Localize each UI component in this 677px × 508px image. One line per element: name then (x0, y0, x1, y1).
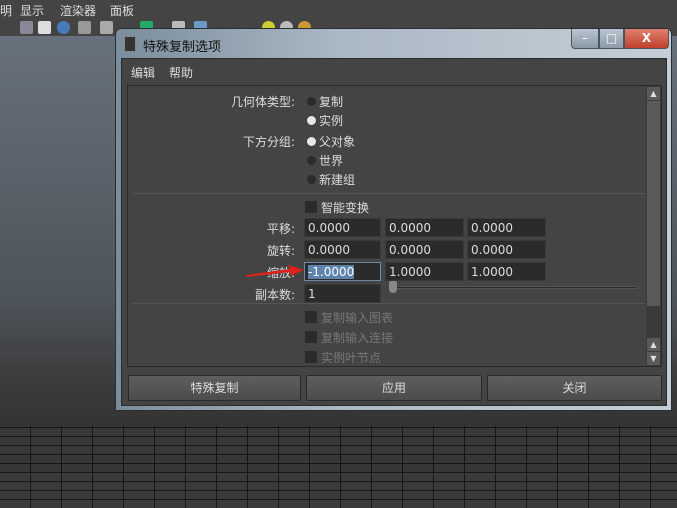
scrollbar[interactable]: ▲ ▲ ▼ (646, 86, 661, 366)
viewport-grid (0, 426, 677, 508)
divider (133, 193, 645, 194)
duplicate-input-graph-checkbox[interactable] (305, 311, 317, 323)
duplicate-input-graph-label: 复制输入图表 (321, 311, 394, 325)
divider (133, 303, 645, 304)
copies-slider[interactable] (390, 286, 638, 289)
rotate-x-field[interactable]: 0.0000 (304, 240, 381, 259)
radio-world[interactable] (307, 156, 316, 165)
close-window-button[interactable]: X (624, 29, 669, 49)
scale-x-field[interactable]: -1.0000 (304, 262, 381, 281)
option-parent[interactable]: 父对象 (319, 133, 355, 150)
scroll-up-icon[interactable]: ▲ (647, 87, 660, 100)
maya-icon (124, 36, 136, 52)
translate-label: 平移: (266, 222, 295, 236)
dialog-menubar: 编辑 帮助 (122, 59, 666, 83)
close-button[interactable]: 关闭 (487, 375, 662, 401)
smart-transform-label: 智能变换 (321, 201, 370, 215)
radio-parent[interactable] (307, 137, 316, 146)
copies-label: 副本数: (254, 288, 295, 302)
film-icon[interactable] (38, 21, 51, 34)
copies-slider-handle[interactable] (389, 281, 397, 293)
rotate-y-field[interactable]: 0.0000 (385, 240, 464, 259)
scale-z-field[interactable]: 1.0000 (467, 262, 546, 281)
menu-help[interactable]: 帮助 (169, 64, 193, 81)
translate-x-field[interactable]: 0.0000 (304, 218, 381, 237)
menu-item[interactable]: 明 (0, 2, 12, 19)
scale-y-field[interactable]: 1.0000 (385, 262, 464, 281)
duplicate-input-connections-label: 复制输入连接 (321, 331, 394, 345)
smart-transform-checkbox[interactable] (305, 201, 317, 213)
radio-new-group[interactable] (307, 175, 316, 184)
title-bar[interactable]: 特殊复制选项 – □ X (116, 29, 671, 57)
shaded-icon[interactable] (78, 21, 91, 34)
duplicate-special-button[interactable]: 特殊复制 (128, 375, 301, 401)
radio-instance[interactable] (307, 116, 316, 125)
app-menubar: 明 显示 渲染器 面板 (0, 0, 677, 18)
duplicate-special-dialog: 特殊复制选项 – □ X 编辑 帮助 几何体类型: 复制 实例 下方分组: 父对… (115, 28, 672, 411)
rotate-z-field[interactable]: 0.0000 (467, 240, 546, 259)
option-world[interactable]: 世界 (319, 152, 343, 169)
menu-display[interactable]: 显示 (20, 2, 44, 19)
option-instance[interactable]: 实例 (319, 112, 343, 129)
instance-leaf-nodes-checkbox[interactable] (305, 351, 317, 363)
sphere-icon[interactable] (57, 21, 70, 34)
menu-edit[interactable]: 编辑 (131, 64, 155, 81)
red-arrow-annotation (246, 265, 304, 277)
apply-button[interactable]: 应用 (306, 375, 482, 401)
scale-x-value: -1.0000 (308, 265, 355, 279)
dialog-title: 特殊复制选项 (143, 40, 222, 55)
translate-z-field[interactable]: 0.0000 (467, 218, 546, 237)
wireframe-icon[interactable] (20, 21, 33, 34)
scrollbar-thumb[interactable] (647, 101, 660, 306)
translate-y-field[interactable]: 0.0000 (385, 218, 464, 237)
scroll-down-icon[interactable]: ▼ (647, 352, 660, 365)
instance-leaf-nodes-label: 实例叶节点 (321, 351, 382, 365)
texture-icon[interactable] (100, 21, 113, 34)
option-copy[interactable]: 复制 (319, 93, 343, 110)
rotate-label: 旋转: (266, 244, 295, 258)
group-under-label: 下方分组: (242, 135, 295, 149)
geometry-type-label: 几何体类型: (230, 95, 295, 109)
scroll-up-icon[interactable]: ▲ (647, 338, 660, 351)
duplicate-input-connections-checkbox[interactable] (305, 331, 317, 343)
menu-renderer[interactable]: 渲染器 (60, 2, 96, 19)
dialog-body: 编辑 帮助 几何体类型: 复制 实例 下方分组: 父对象 世界 新建组 智能变换… (121, 58, 667, 406)
menu-panels[interactable]: 面板 (110, 2, 134, 19)
radio-copy[interactable] (307, 97, 316, 106)
maximize-button[interactable]: □ (599, 29, 624, 49)
minimize-button[interactable]: – (571, 29, 599, 49)
options-panel: 几何体类型: 复制 实例 下方分组: 父对象 世界 新建组 智能变换 平移: 0… (127, 85, 662, 367)
option-new-group[interactable]: 新建组 (319, 171, 355, 188)
copies-field[interactable]: 1 (304, 284, 381, 303)
